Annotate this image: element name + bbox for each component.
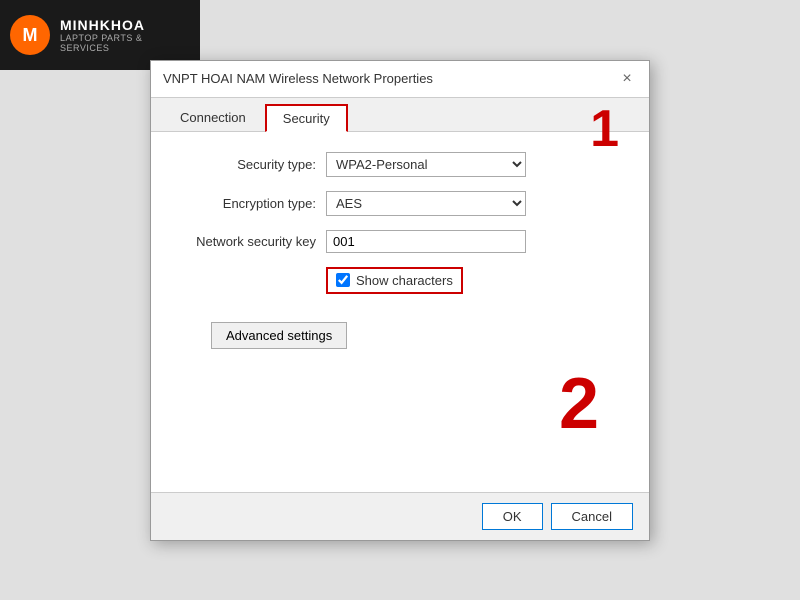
security-type-control: WPA2-Personal <box>326 152 619 177</box>
encryption-type-label: Encryption type: <box>181 196 326 211</box>
tab-connection[interactable]: Connection <box>163 104 263 131</box>
annotation-two: 2 <box>559 368 599 440</box>
network-key-label: Network security key <box>181 234 326 249</box>
security-type-select[interactable]: WPA2-Personal <box>326 152 526 177</box>
dialog-content: Security type: WPA2-Personal Encryption … <box>151 132 649 492</box>
dialog-footer: OK Cancel <box>151 492 649 540</box>
encryption-type-select[interactable]: AES <box>326 191 526 216</box>
advanced-section: Advanced settings <box>181 302 619 359</box>
dialog-title: VNPT HOAI NAM Wireless Network Propertie… <box>163 71 433 86</box>
brand-name: MINHKHOA <box>60 17 190 33</box>
advanced-settings-button[interactable]: Advanced settings <box>211 322 347 349</box>
brand-subtitle: LAPTOP PARTS & SERVICES <box>60 33 190 53</box>
security-type-row: Security type: WPA2-Personal <box>181 152 619 177</box>
show-characters-checkbox[interactable] <box>336 273 350 287</box>
tab-bar: Connection Security <box>151 98 649 132</box>
brand-logo: M <box>10 15 50 55</box>
show-characters-label[interactable]: Show characters <box>356 273 453 288</box>
network-key-control <box>326 230 619 253</box>
security-type-label: Security type: <box>181 157 326 172</box>
encryption-type-control: AES <box>326 191 619 216</box>
network-properties-dialog: VNPT HOAI NAM Wireless Network Propertie… <box>150 60 650 541</box>
tab-security[interactable]: Security <box>265 104 348 132</box>
encryption-type-row: Encryption type: AES <box>181 191 619 216</box>
dialog-titlebar: VNPT HOAI NAM Wireless Network Propertie… <box>151 61 649 98</box>
brand-text: MINHKHOA LAPTOP PARTS & SERVICES <box>60 17 190 53</box>
show-characters-wrapper: Show characters <box>326 267 463 294</box>
show-characters-row: Show characters <box>326 267 619 294</box>
network-key-input[interactable] <box>326 230 526 253</box>
ok-button[interactable]: OK <box>482 503 543 530</box>
network-key-row: Network security key <box>181 230 619 253</box>
annotation-one: 1 <box>590 103 619 155</box>
close-button[interactable]: × <box>617 69 637 89</box>
cancel-button[interactable]: Cancel <box>551 503 633 530</box>
